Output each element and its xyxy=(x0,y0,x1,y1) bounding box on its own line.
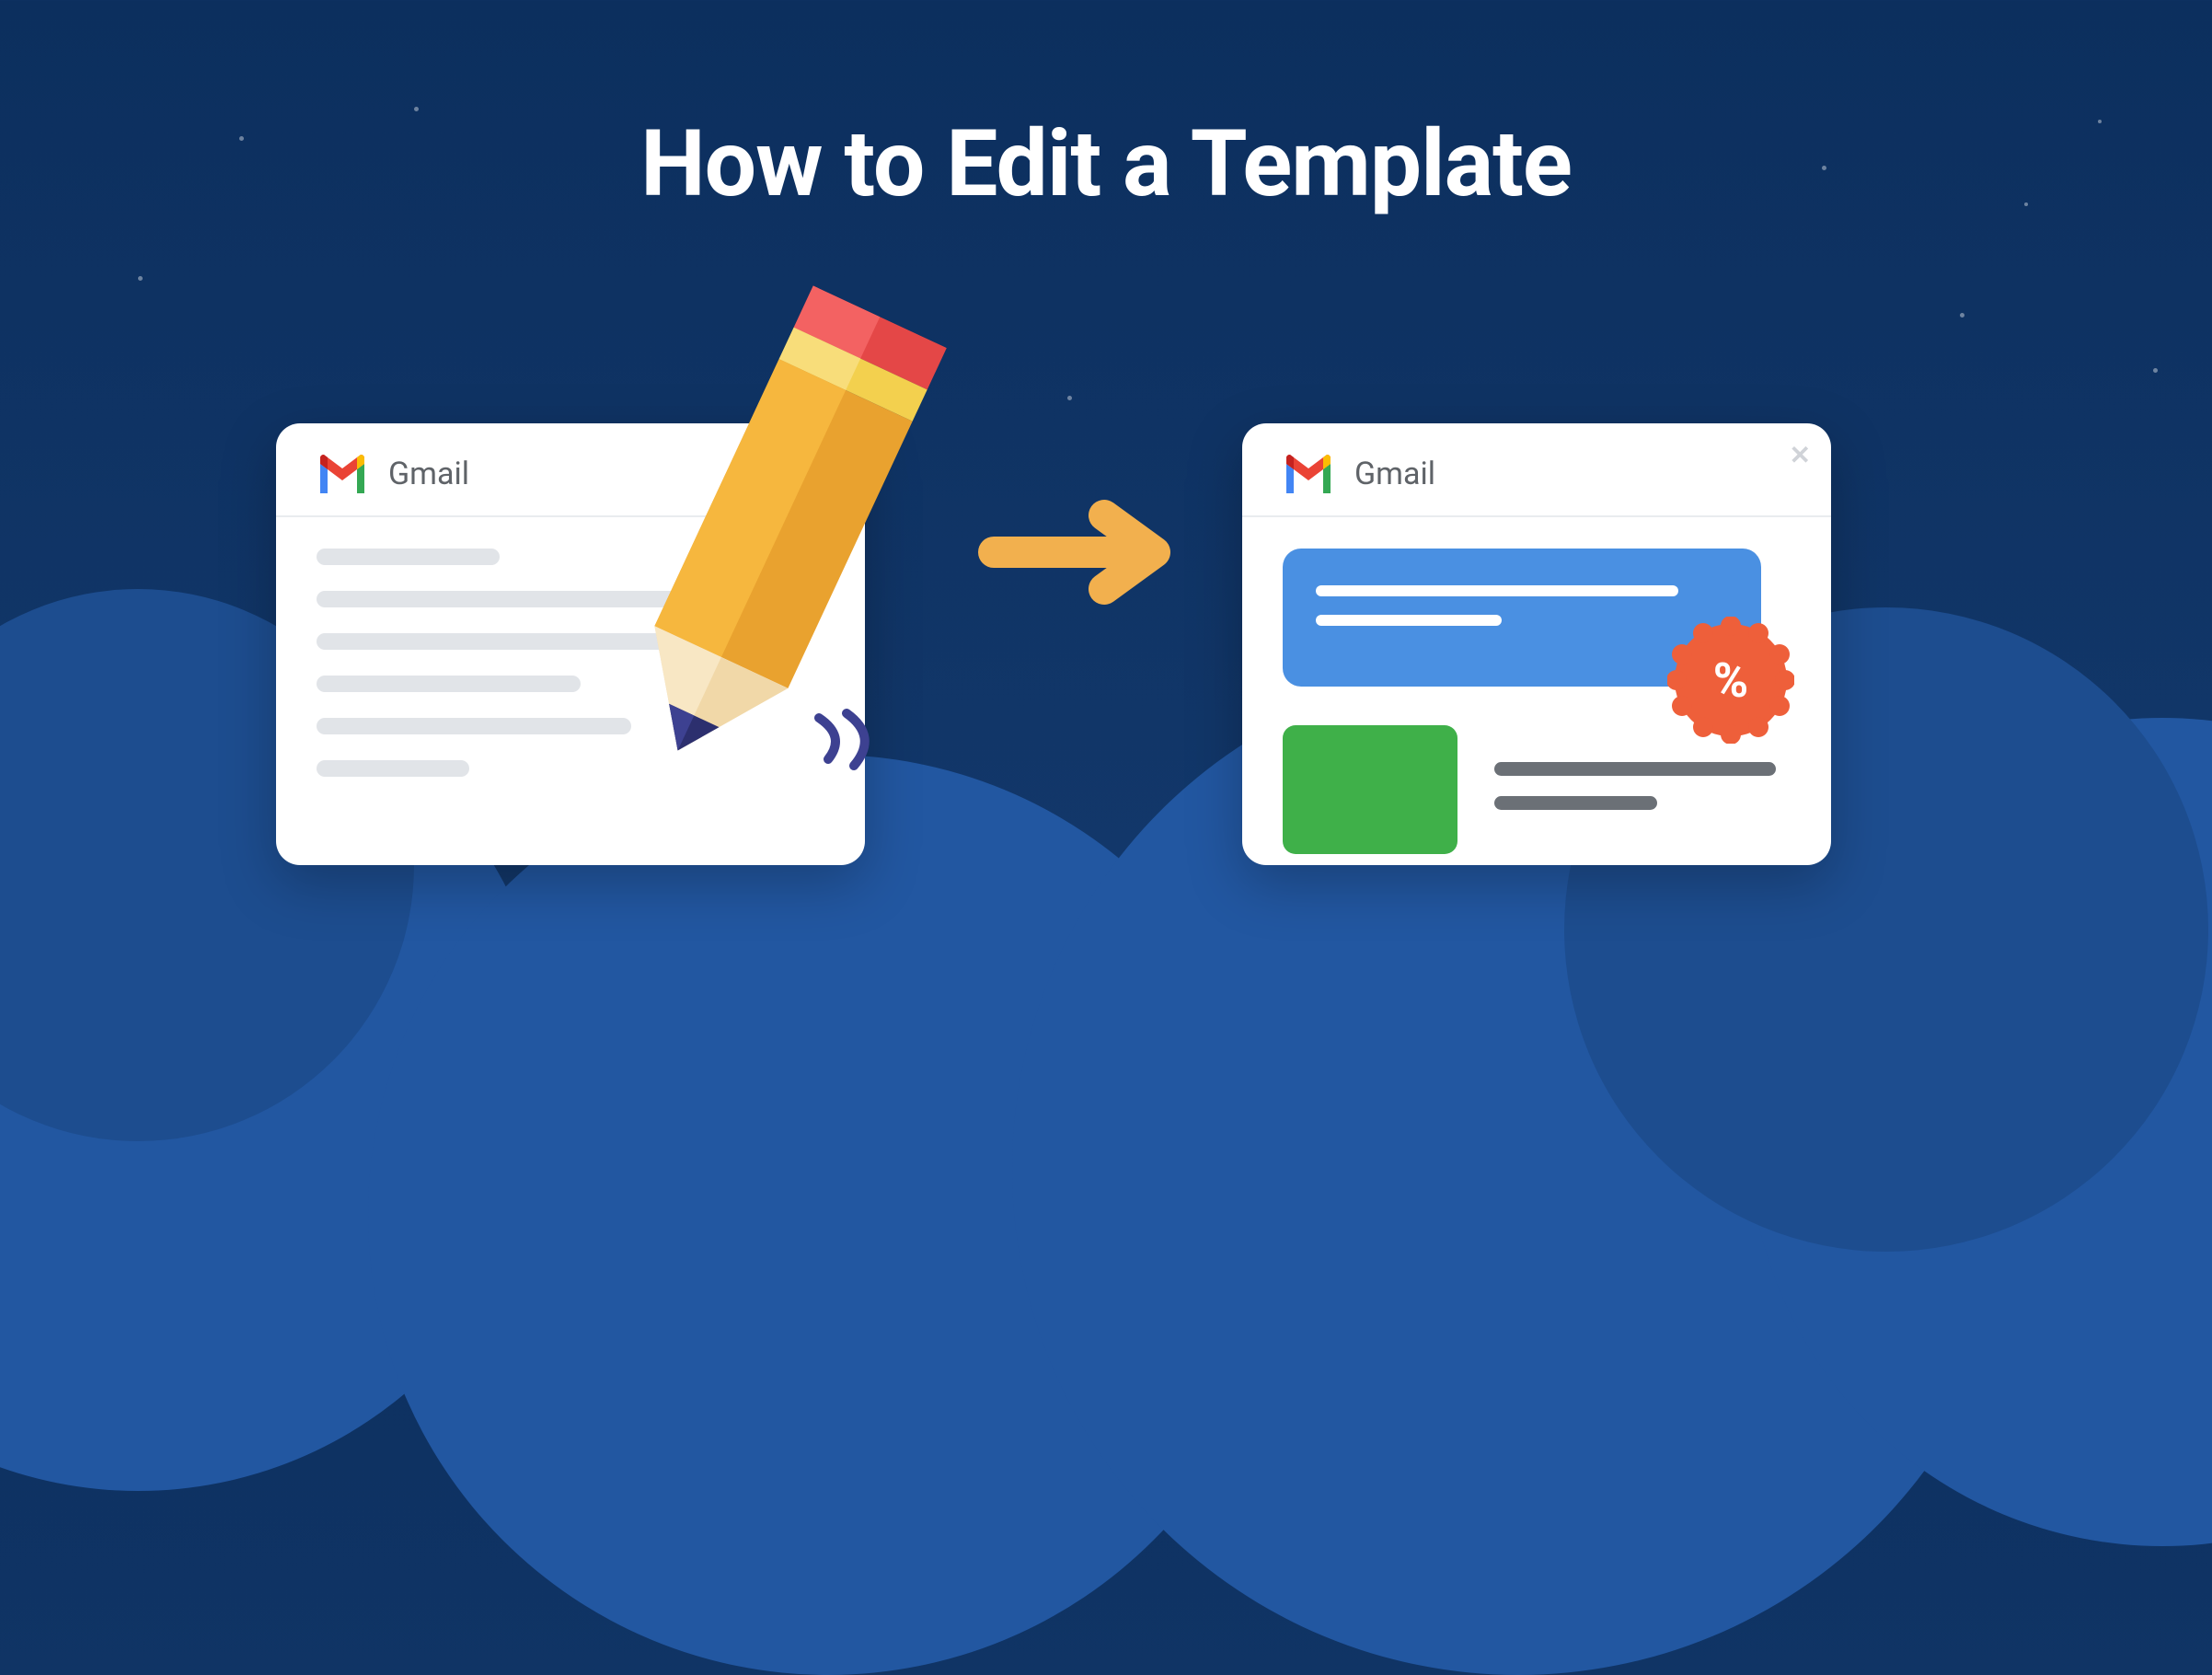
arrow-right-icon xyxy=(975,497,1187,611)
card-header: Gmail xyxy=(1242,423,1831,517)
close-icon: ✕ xyxy=(1790,440,1811,470)
text-line xyxy=(317,676,581,692)
image-block xyxy=(1283,725,1457,854)
gmail-card-after: ✕ Gmail xyxy=(1242,423,1831,865)
card-body: % xyxy=(1242,517,1831,885)
text-line xyxy=(317,549,500,565)
gmail-icon xyxy=(317,455,368,493)
writing-marks-icon xyxy=(801,709,883,773)
percent-symbol: % xyxy=(1713,653,1748,709)
text-line xyxy=(1494,796,1657,810)
gmail-icon xyxy=(1283,455,1334,493)
text-line xyxy=(1494,762,1776,776)
banner-line xyxy=(1316,585,1678,596)
page-title: How to Edit a Template xyxy=(640,110,1572,218)
gmail-label: Gmail xyxy=(388,456,469,492)
discount-badge: % xyxy=(1675,624,1787,736)
text-line xyxy=(317,760,469,777)
gmail-label: Gmail xyxy=(1354,456,1435,492)
banner-block: % xyxy=(1283,549,1761,687)
banner-line xyxy=(1316,615,1502,626)
